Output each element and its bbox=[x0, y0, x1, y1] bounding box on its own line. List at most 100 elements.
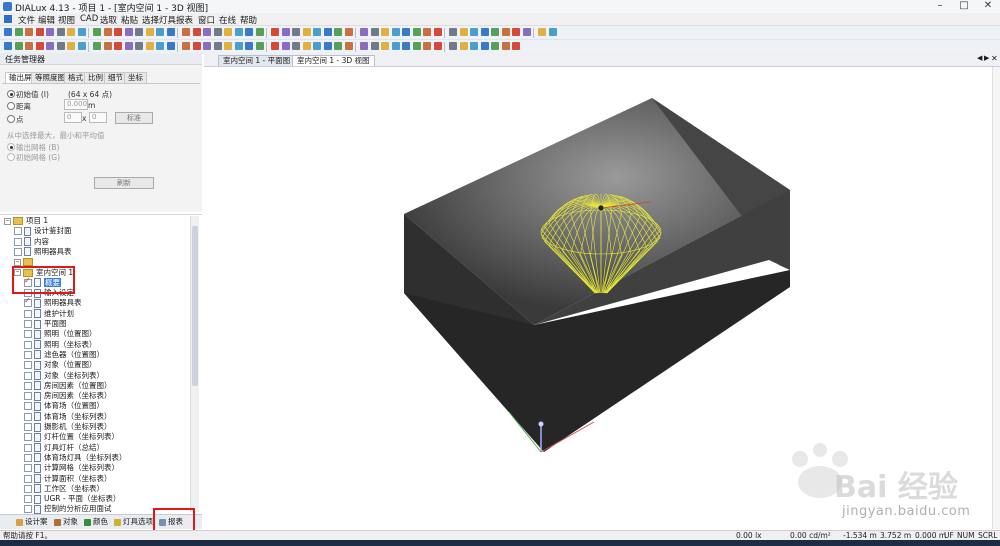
toolbar-tool-icon[interactable] bbox=[281, 42, 290, 50]
tree-checkbox[interactable] bbox=[24, 276, 32, 287]
toolbar-tool-icon[interactable] bbox=[114, 28, 122, 36]
tree-item[interactable]: 照明（坐标表） bbox=[24, 340, 97, 350]
distance-radio[interactable] bbox=[7, 102, 15, 110]
toolbar-tool-icon[interactable] bbox=[234, 42, 243, 50]
tree-checkbox[interactable] bbox=[24, 453, 32, 462]
toolbar-tool-icon[interactable] bbox=[433, 42, 442, 50]
toolbar-tool-icon[interactable] bbox=[323, 42, 332, 50]
toolbar-tool-icon[interactable] bbox=[77, 28, 86, 36]
toolbar-tool-icon[interactable] bbox=[77, 42, 86, 50]
tree-item[interactable]: 照明（位置图） bbox=[24, 329, 97, 339]
toolbar-tool-icon[interactable] bbox=[470, 42, 478, 50]
tab-colors[interactable]: 颜色 bbox=[84, 517, 108, 527]
toolbar-tool-icon[interactable] bbox=[302, 42, 311, 50]
toolbar-tool-icon[interactable] bbox=[4, 42, 12, 50]
toolbar-tool-icon[interactable] bbox=[459, 28, 468, 36]
toolbar-tool-icon[interactable] bbox=[114, 42, 122, 50]
toolbar-tool-icon[interactable] bbox=[203, 28, 211, 36]
toolbar-tool-icon[interactable] bbox=[402, 28, 410, 36]
tree-item[interactable]: 输入设定 bbox=[24, 288, 74, 298]
tree-checkbox[interactable] bbox=[24, 381, 32, 390]
toolbar-tool-icon[interactable] bbox=[344, 42, 353, 50]
toolbar-tool-icon[interactable] bbox=[480, 28, 489, 36]
tab-luminaire-options[interactable]: 灯具选项 bbox=[114, 517, 153, 527]
toolbar-tool-icon[interactable] bbox=[412, 42, 421, 50]
toolbar-tool-icon[interactable] bbox=[192, 42, 201, 50]
close-button[interactable]: ✕ bbox=[976, 0, 1000, 12]
tree-checkbox[interactable] bbox=[24, 309, 32, 318]
expand-toggle-icon[interactable]: − bbox=[4, 217, 11, 225]
toolbar-tool-icon[interactable] bbox=[166, 28, 175, 36]
tree-item[interactable]: UGR - 平面（坐标表） bbox=[24, 494, 121, 504]
toolbar-tool-icon[interactable] bbox=[323, 28, 332, 36]
toolbar-tool-icon[interactable] bbox=[360, 28, 368, 36]
menu-online[interactable]: 在线 bbox=[219, 14, 236, 26]
tree-checkbox[interactable] bbox=[24, 412, 32, 421]
menu-cad[interactable]: CAD bbox=[80, 14, 98, 24]
nav-right-icon[interactable]: ▶ bbox=[984, 54, 989, 62]
toolbar-tool-icon[interactable] bbox=[124, 42, 133, 50]
output-grid-radio[interactable] bbox=[7, 143, 15, 151]
tab-floor-plan[interactable]: 室内空间 1 - 平面图 bbox=[218, 55, 296, 66]
refresh-button[interactable]: 刷新 bbox=[94, 177, 154, 189]
point-y-input[interactable]: 0 bbox=[89, 112, 107, 123]
toolbar-tool-icon[interactable] bbox=[548, 28, 557, 36]
toolbar-tool-icon[interactable] bbox=[182, 42, 190, 50]
expand-toggle-icon[interactable]: − bbox=[14, 258, 21, 266]
tree-checkbox[interactable] bbox=[24, 296, 32, 308]
tree-item[interactable]: 体育场（位置图） bbox=[24, 401, 104, 411]
toolbar-tool-icon[interactable] bbox=[370, 28, 379, 36]
toolbar-tool-icon[interactable] bbox=[491, 28, 499, 36]
tree-checkbox[interactable] bbox=[24, 505, 32, 514]
toolbar-tool-icon[interactable] bbox=[402, 42, 410, 50]
menu-report[interactable]: 报表 bbox=[176, 14, 193, 26]
tree-checkbox[interactable] bbox=[24, 371, 32, 380]
point-radio[interactable] bbox=[7, 115, 15, 123]
toolbar-tool-icon[interactable] bbox=[538, 28, 546, 36]
menu-window[interactable]: 窗口 bbox=[198, 14, 215, 26]
toolbar-tool-icon[interactable] bbox=[449, 28, 457, 36]
toolbar-tool-icon[interactable] bbox=[203, 42, 211, 50]
tree-item[interactable]: 灯具灯杆（总结） bbox=[24, 443, 104, 453]
toolbar-tool-icon[interactable] bbox=[381, 28, 389, 36]
maximize-button[interactable]: □ bbox=[952, 0, 976, 12]
toolbar-tool-icon[interactable] bbox=[224, 28, 232, 36]
initial-grid-radio[interactable] bbox=[7, 153, 15, 161]
tree-checkbox[interactable] bbox=[24, 330, 32, 339]
toolbar-tool-icon[interactable] bbox=[370, 42, 379, 50]
toolbar-tool-icon[interactable] bbox=[281, 28, 290, 36]
tree-item[interactable]: 照明器具表 bbox=[14, 247, 72, 257]
toolbar-tool-icon[interactable] bbox=[391, 28, 400, 36]
toolbar-tool-icon[interactable] bbox=[124, 28, 133, 36]
tree-item[interactable]: 控制的分析应用面试 bbox=[24, 504, 112, 514]
toolbar-tool-icon[interactable] bbox=[67, 42, 75, 50]
toolbar-tool-icon[interactable] bbox=[103, 28, 112, 36]
axis-z-handle[interactable] bbox=[538, 421, 544, 427]
toolbar-tool-icon[interactable] bbox=[512, 42, 520, 50]
tree-checkbox[interactable] bbox=[24, 402, 32, 411]
tree-checkbox[interactable] bbox=[24, 361, 32, 370]
toolbar-tool-icon[interactable] bbox=[35, 28, 44, 36]
tab-coordinates[interactable]: 坐标 bbox=[124, 72, 147, 83]
tree-checkbox[interactable] bbox=[24, 423, 32, 431]
tree-item[interactable]: − 项目 1 bbox=[4, 216, 48, 226]
toolbar-tool-icon[interactable] bbox=[344, 28, 353, 36]
toolbar-tool-icon[interactable] bbox=[412, 28, 421, 36]
tree-checkbox[interactable] bbox=[24, 320, 32, 328]
toolbar-tool-icon[interactable] bbox=[334, 28, 342, 36]
tree-checkbox[interactable] bbox=[14, 227, 22, 236]
tree-item[interactable]: 对象（位置图） bbox=[24, 360, 97, 370]
toolbar-tool-icon[interactable] bbox=[423, 42, 431, 50]
toolbar-tool-icon[interactable] bbox=[213, 42, 222, 50]
toolbar-tool-icon[interactable] bbox=[245, 42, 253, 50]
toolbar-tool-icon[interactable] bbox=[93, 28, 101, 36]
toolbar-tool-icon[interactable] bbox=[292, 42, 300, 50]
toolbar-tool-icon[interactable] bbox=[512, 28, 520, 36]
tree-item[interactable]: − bbox=[14, 257, 36, 267]
toolbar-tool-icon[interactable] bbox=[192, 28, 201, 36]
toolbar-tool-icon[interactable] bbox=[224, 42, 232, 50]
tab-3d-view[interactable]: 室内空间 1 - 3D 视图 bbox=[292, 55, 375, 66]
tree-scrollbar[interactable] bbox=[190, 216, 199, 512]
tree-item[interactable]: 工作区（坐标表） bbox=[24, 484, 104, 494]
tree-item[interactable]: 对象（坐标列表） bbox=[24, 371, 104, 381]
